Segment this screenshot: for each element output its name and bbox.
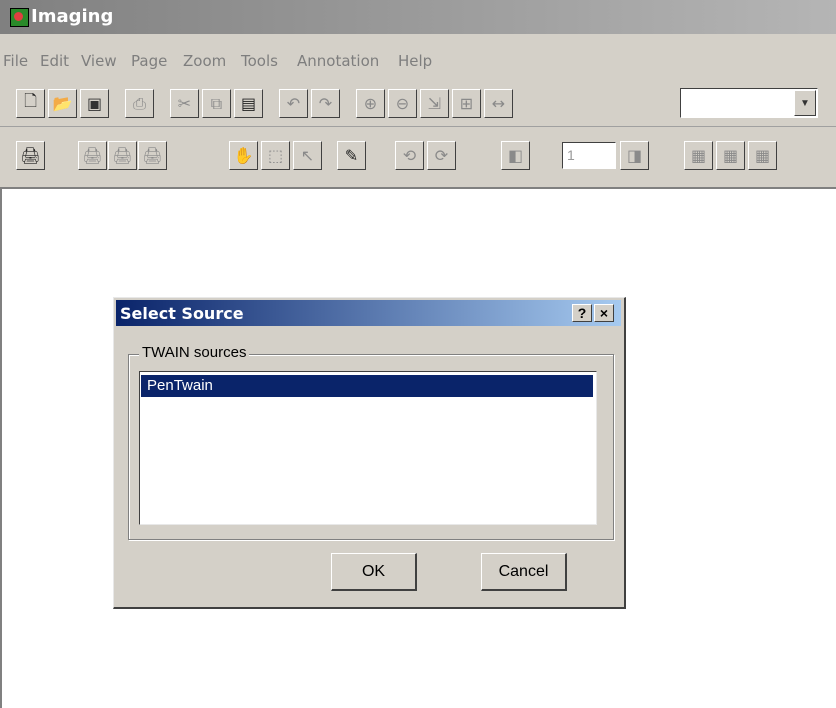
print-icon[interactable]: ⎙: [125, 89, 154, 118]
menu-view[interactable]: View: [81, 52, 117, 70]
previous-page-icon[interactable]: ◧: [501, 141, 530, 170]
menu-zoom[interactable]: Zoom: [183, 52, 226, 70]
one-page-view-icon[interactable]: ▦: [684, 141, 713, 170]
app-icon: [10, 8, 29, 27]
dialog-title: Select Source: [120, 304, 244, 323]
zoom-to-fit-icon[interactable]: ⇲: [420, 89, 449, 118]
new-icon[interactable]: 🗋: [16, 89, 45, 118]
save-icon[interactable]: ▣: [80, 89, 109, 118]
paste-icon[interactable]: ▤: [234, 89, 263, 118]
zoom-combo[interactable]: ▼: [680, 88, 818, 118]
list-item[interactable]: PenTwain: [141, 375, 593, 397]
cancel-button[interactable]: Cancel: [481, 553, 567, 591]
select-source-dialog: Select Source ? × TWAIN sources PenTwain…: [113, 297, 626, 609]
scan-new-icon[interactable]: 🖨: [78, 141, 107, 170]
menu-tools[interactable]: Tools: [241, 52, 278, 70]
thumbnail-view-icon[interactable]: ▦: [716, 141, 745, 170]
imaging-toolbar: 🖨 🖨 🖨 🖨 ✋ ⬚ ↖ ✎ ⟲ ⟳ ◧ 1 ◨ ▦ ▦ ▦: [0, 127, 836, 189]
next-page-icon[interactable]: ◨: [620, 141, 649, 170]
menu-edit[interactable]: Edit: [40, 52, 69, 70]
undo-icon[interactable]: ↶: [279, 89, 308, 118]
app-title: Imaging: [31, 6, 114, 27]
standard-toolbar: 🗋 📂 ▣ ⎙ ✂ ⧉ ▤ ↶ ↷ ⊕ ⊖ ⇲ ⊞ ↔ ▼: [0, 78, 836, 127]
open-icon[interactable]: 📂: [48, 89, 77, 118]
chevron-down-icon[interactable]: ▼: [794, 90, 816, 116]
rotate-right-icon[interactable]: ⟳: [427, 141, 456, 170]
rotate-left-icon[interactable]: ⟲: [395, 141, 424, 170]
copy-icon[interactable]: ⧉: [202, 89, 231, 118]
title-bar: Imaging: [0, 0, 836, 34]
page-number-field[interactable]: 1: [562, 142, 616, 169]
twain-sources-group: TWAIN sources PenTwain: [128, 344, 614, 540]
cut-icon[interactable]: ✂: [170, 89, 199, 118]
annotation-toolbar-icon[interactable]: ✎: [337, 141, 366, 170]
page-thumbnail-view-icon[interactable]: ▦: [748, 141, 777, 170]
select-annotation-icon[interactable]: ↖: [293, 141, 322, 170]
scan-append-icon[interactable]: 🖨: [138, 141, 167, 170]
best-fit-icon[interactable]: ⊞: [452, 89, 481, 118]
zoom-out-icon[interactable]: ⊖: [388, 89, 417, 118]
fit-width-icon[interactable]: ↔: [484, 89, 513, 118]
help-button[interactable]: ?: [572, 304, 592, 322]
sources-listbox[interactable]: PenTwain: [139, 371, 597, 525]
menu-page[interactable]: Page: [131, 52, 167, 70]
menu-file[interactable]: File: [3, 52, 28, 70]
scan-insert-icon[interactable]: 🖨: [108, 141, 137, 170]
zoom-in-icon[interactable]: ⊕: [356, 89, 385, 118]
menu-annotation[interactable]: Annotation: [297, 52, 379, 70]
dialog-title-bar: Select Source ? ×: [116, 300, 621, 326]
scan-icon[interactable]: 🖨: [16, 141, 45, 170]
select-image-icon[interactable]: ⬚: [261, 141, 290, 170]
redo-icon[interactable]: ↷: [311, 89, 340, 118]
drag-hand-icon[interactable]: ✋: [229, 141, 258, 170]
close-button[interactable]: ×: [594, 304, 614, 322]
ok-button[interactable]: OK: [331, 553, 417, 591]
group-label: TWAIN sources: [139, 344, 250, 361]
menu-help[interactable]: Help: [398, 52, 432, 70]
menu-bar: File Edit View Page Zoom Tools Annotatio…: [0, 34, 836, 79]
